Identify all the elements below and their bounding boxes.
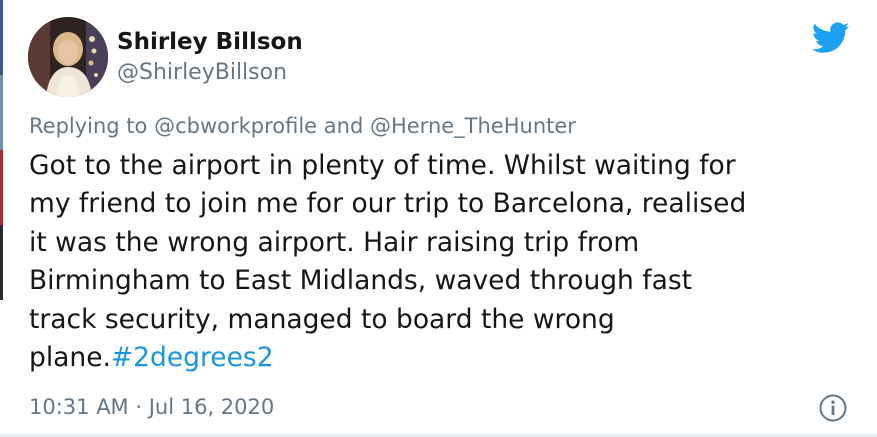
tweet-text-line: my friend to join me for our trip to Bar…: [29, 188, 747, 220]
tweet-text-line: it was the wrong airport. Hair raising t…: [29, 226, 640, 258]
tweet-text-line: Got to the airport in plenty of time. Wh…: [29, 150, 736, 181]
reply-prefix: Replying to: [29, 114, 155, 138]
tweet-body: Got to the airport in plenty of time. Wh…: [29, 147, 859, 377]
hashtag-link[interactable]: #2degrees2: [111, 342, 274, 373]
avatar-image: [28, 17, 108, 97]
user-handle[interactable]: @ShirleyBillson: [117, 59, 287, 87]
display-name[interactable]: Shirley Billson: [117, 28, 303, 56]
tweet-text-fragment: plane.: [29, 342, 111, 374]
twitter-bird-icon[interactable]: [811, 22, 850, 54]
left-edge-decoration: [0, 225, 3, 300]
left-edge-decoration: [0, 150, 3, 225]
info-icon[interactable]: [818, 393, 848, 423]
tweet-text-line: track security, managed to board the wro…: [29, 303, 615, 335]
tweet-card: Shirley Billson @ShirleyBillson Replying…: [0, 0, 877, 437]
left-edge-decoration: [0, 0, 3, 75]
reply-mention-link[interactable]: @cbworkprofile: [154, 114, 317, 138]
tweet-text-line-last: plane.#2degrees2: [29, 339, 859, 377]
tweet-timestamp[interactable]: 10:31 AM · Jul 16, 2020: [29, 393, 274, 421]
left-edge-decoration: [0, 75, 3, 150]
reply-mention-link[interactable]: @Herne_TheHunter: [370, 114, 576, 138]
tweet-text-line: Birmingham to East Midlands, waved throu…: [29, 265, 693, 297]
avatar[interactable]: [28, 17, 108, 97]
reply-context: Replying to @cbworkprofile and @Herne_Th…: [29, 112, 576, 140]
reply-joiner: and: [317, 114, 370, 138]
